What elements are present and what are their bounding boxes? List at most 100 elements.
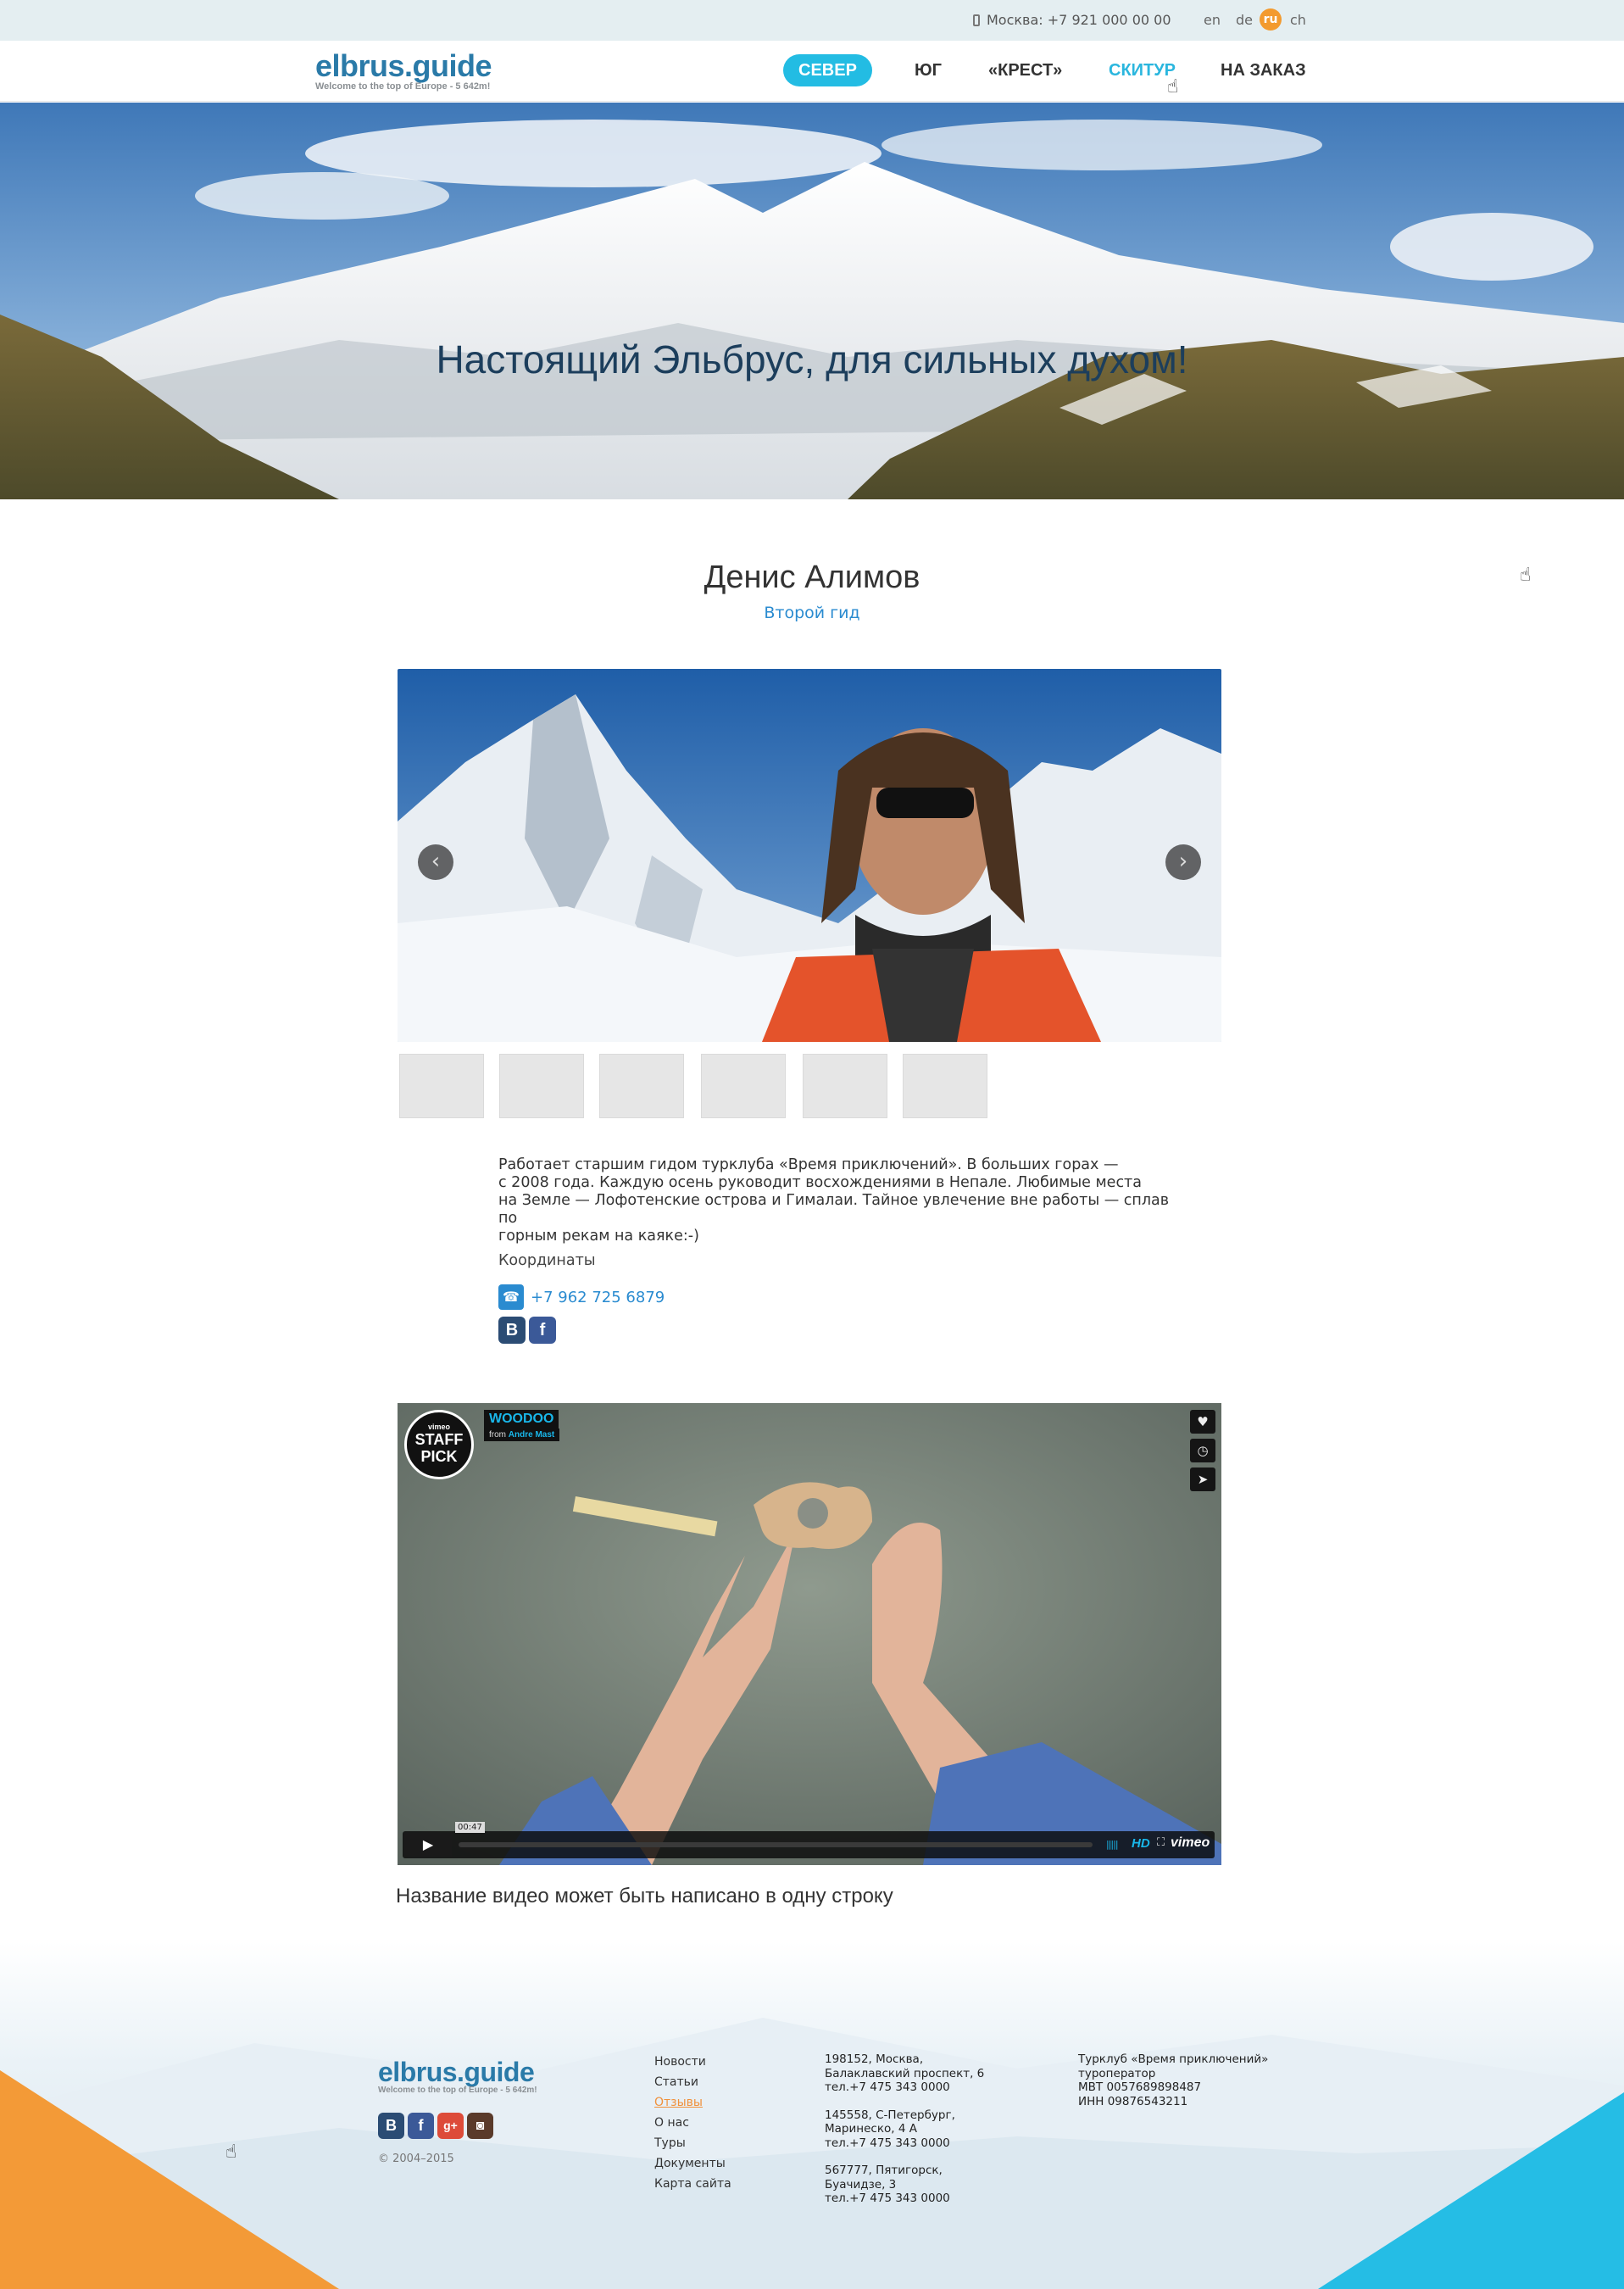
logo-tagline: Welcome to the top of Europe - 5 642m! — [315, 81, 491, 92]
address-pyatigorsk: 567777, Пятигорск, Буачидзе, 3 тел.+7 47… — [825, 2164, 984, 2206]
address-phone: тел.+7 475 343 0000 — [825, 2136, 950, 2150]
video-frame — [398, 1403, 1221, 1865]
top-phone: Москва: +7 921 000 00 00 — [973, 12, 1171, 28]
nav-yug[interactable]: ЮГ — [915, 54, 942, 86]
address-moscow: 198152, Москва, Балаклавский проспект, 6… — [825, 2052, 984, 2095]
video-time: 00:47 — [455, 1822, 485, 1833]
mobile-phone-icon — [973, 14, 980, 26]
footer-background — [0, 1941, 1624, 2289]
footer-logo-name: elbrus.guide — [378, 2057, 535, 2087]
address-line: 145558, С-Петербург, — [825, 2108, 955, 2122]
google-plus-icon[interactable]: g+ — [437, 2113, 464, 2139]
guide-name: Денис Алимов — [704, 560, 920, 595]
mountain-background — [0, 103, 1624, 499]
video-progress-bar[interactable] — [459, 1842, 1093, 1847]
top-bar: Москва: +7 921 000 00 00 en de ru ch — [0, 0, 1624, 41]
nav-skitur[interactable]: СКИТУР — [1109, 54, 1176, 86]
photo-slider[interactable]: ‹ › — [398, 669, 1221, 1042]
footer-menu-documents[interactable]: Документы — [654, 2153, 731, 2174]
footer-menu-articles[interactable]: Статьи — [654, 2072, 731, 2092]
lang-en[interactable]: en — [1204, 12, 1221, 28]
company-name: Турклуб «Время приключений» — [1078, 2052, 1269, 2066]
facebook-icon[interactable]: f — [408, 2113, 434, 2139]
slider-thumbnail[interactable] — [499, 1054, 584, 1118]
slider-prev-button[interactable]: ‹ — [418, 844, 453, 880]
bio-line: с 2008 года. Каждую осень руководит восх… — [498, 1174, 1142, 1191]
bio-line: горным рекам на каяке:-) — [498, 1228, 699, 1245]
guide-role: Второй гид — [764, 604, 860, 622]
hd-toggle[interactable]: HD — [1132, 1836, 1150, 1851]
hero-banner: Настоящий Эльбрус, для сильных духом! — [0, 103, 1624, 499]
footer-logo[interactable]: elbrus.guide Welcome to the top of Europ… — [378, 2057, 537, 2095]
lang-ch[interactable]: ch — [1290, 12, 1306, 28]
company-mvt: МВТ 0057689898487 — [1078, 2080, 1202, 2094]
site-footer: elbrus.guide Welcome to the top of Europ… — [0, 1941, 1624, 2289]
slider-thumbnail[interactable] — [399, 1054, 484, 1118]
footer-menu-reviews[interactable]: Отзывы — [654, 2092, 731, 2113]
share-icon[interactable]: ➤ — [1190, 1468, 1215, 1491]
guide-phone-link[interactable]: +7 962 725 6879 — [531, 1289, 665, 1306]
guide-photo — [398, 669, 1221, 1042]
instagram-icon[interactable]: ◙ — [467, 2113, 493, 2139]
slider-thumbnail[interactable] — [599, 1054, 684, 1118]
slider-next-button[interactable]: › — [1165, 844, 1201, 880]
address-line: Маринеско, 4 А — [825, 2122, 917, 2136]
footer-socials: B f g+ ◙ — [378, 2113, 493, 2139]
lang-de[interactable]: de — [1236, 12, 1253, 28]
footer-menu-about[interactable]: О нас — [654, 2113, 731, 2133]
staff-pick-vimeo: vimeo — [427, 1423, 450, 1431]
footer-company-info: Турклуб «Время приключений» туроператор … — [1078, 2052, 1268, 2108]
hero-title: Настоящий Эльбрус, для сильных духом! — [436, 337, 1188, 382]
slider-thumbnail[interactable] — [701, 1054, 786, 1118]
footer-menu-news[interactable]: Новости — [654, 2052, 731, 2072]
footer-menu-tours[interactable]: Туры — [654, 2133, 731, 2153]
guide-bio: Работает старшим гидом турклуба «Время п… — [498, 1156, 1176, 1245]
video-caption: Название видео может быть написано в одн… — [396, 1885, 893, 1908]
footer-logo-tagline: Welcome to the top of Europe - 5 642m! — [378, 2086, 537, 2095]
hand-cursor-icon: ☝ — [225, 2141, 237, 2163]
address-phone: тел.+7 475 343 0000 — [825, 2080, 950, 2094]
video-player[interactable]: vimeo STAFF PICK WOODOO from Andre Mast … — [398, 1403, 1221, 1865]
address-spb: 145558, С-Петербург, Маринеско, 4 А тел.… — [825, 2108, 984, 2151]
vk-icon[interactable]: B — [498, 1317, 526, 1344]
company-type: туроператор — [1078, 2066, 1156, 2080]
guide-phone[interactable]: ☎ +7 962 725 6879 — [498, 1284, 665, 1310]
slider-thumbnail[interactable] — [803, 1054, 887, 1118]
address-phone: тел.+7 475 343 0000 — [825, 2192, 950, 2205]
video-title-box[interactable]: WOODOO from Andre Mast — [484, 1410, 560, 1441]
address-line: 198152, Москва, — [825, 2052, 924, 2066]
guide-socials: B f — [498, 1317, 556, 1344]
logo-name: elbrus.guide — [315, 48, 492, 83]
video-author[interactable]: Andre Mast — [509, 1430, 554, 1440]
vimeo-logo[interactable]: vimeo — [1171, 1835, 1210, 1851]
footer-addresses: 198152, Москва, Балаклавский проспект, 6… — [825, 2052, 984, 2219]
nav-sever[interactable]: СЕВЕР — [783, 54, 872, 86]
vk-icon[interactable]: B — [378, 2113, 404, 2139]
hand-cursor-icon: ☝ — [1167, 76, 1179, 97]
play-button[interactable]: ▶ — [404, 1833, 452, 1857]
top-phone-text: Москва: +7 921 000 00 00 — [987, 12, 1171, 28]
video-controls: ▶ 00:47 ||||| HD ⛶ vimeo — [403, 1822, 1215, 1858]
volume-icon[interactable]: ||||| — [1106, 1839, 1118, 1850]
watch-later-icon[interactable]: ◷ — [1190, 1439, 1215, 1462]
video-title[interactable]: WOODOO — [484, 1410, 559, 1429]
staff-pick-badge[interactable]: vimeo STAFF PICK — [404, 1410, 474, 1479]
fullscreen-icon[interactable]: ⛶ — [1157, 1836, 1165, 1849]
site-logo[interactable]: elbrus.guide Welcome to the top of Europ… — [315, 49, 492, 92]
video-byline: from Andre Mast — [484, 1429, 560, 1441]
hand-cursor-icon: ☝ — [1520, 565, 1532, 586]
copyright: © 2004–2015 — [378, 2153, 454, 2165]
like-icon[interactable]: ♥ — [1190, 1410, 1215, 1434]
address-line: 567777, Пятигорск, — [825, 2164, 943, 2177]
nav-krest[interactable]: «КРЕСТ» — [988, 54, 1062, 86]
facebook-icon[interactable]: f — [529, 1317, 556, 1344]
phone-icon: ☎ — [498, 1284, 524, 1310]
footer-menu-sitemap[interactable]: Карта сайта — [654, 2174, 731, 2194]
footer-menu: Новости Статьи Отзывы О нас Туры Докумен… — [654, 2052, 731, 2194]
nav-na-zakaz[interactable]: НА ЗАКАЗ — [1221, 54, 1306, 86]
address-line: Балаклавский проспект, 6 — [825, 2066, 985, 2080]
company-inn: ИНН 09876543211 — [1078, 2094, 1188, 2108]
lang-ru[interactable]: ru — [1260, 8, 1282, 31]
slider-thumbnail[interactable] — [903, 1054, 987, 1118]
slider-thumbnails — [398, 1054, 1221, 1118]
